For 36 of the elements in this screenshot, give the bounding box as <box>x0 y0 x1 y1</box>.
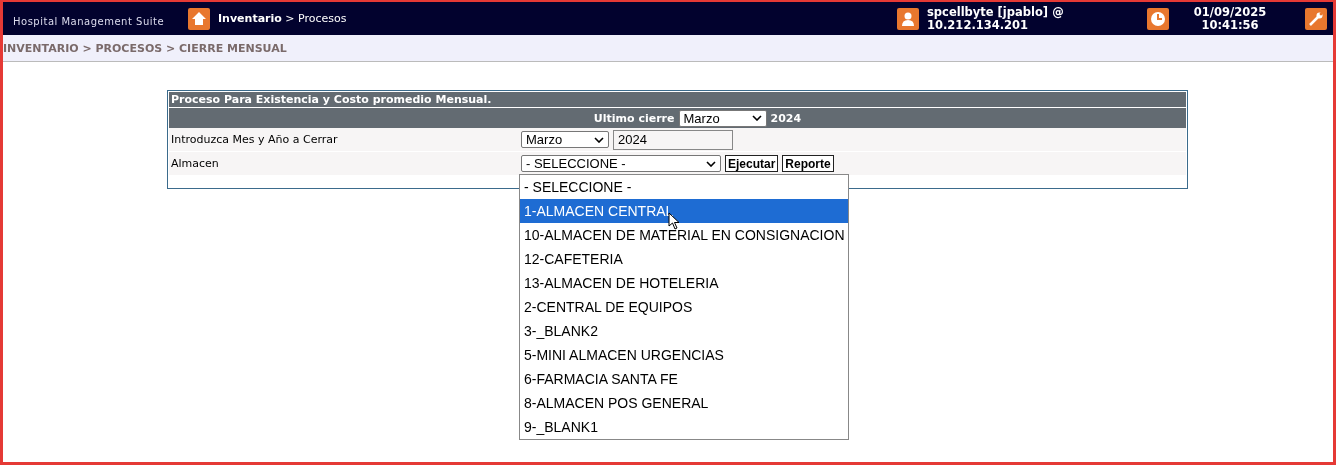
dropdown-option[interactable]: 5-MINI ALMACEN URGENCIAS <box>520 343 826 367</box>
last-close-year: 2024 <box>770 111 802 125</box>
dropdown-option[interactable]: 6-FARMACIA SANTA FE <box>520 367 826 391</box>
time: 10:41:56 <box>1201 18 1259 32</box>
user-icon <box>897 7 919 30</box>
field-label: Introduzca Mes y Año a Cerrar <box>170 133 339 146</box>
last-close-label: Ultimo cierre <box>593 111 675 125</box>
year-field[interactable]: 2024 <box>613 129 733 150</box>
user-name: spcellbyte [jpablo] @ <box>927 5 1065 19</box>
home-icon[interactable] <box>188 7 210 30</box>
field-label: Almacen <box>170 157 220 170</box>
page-path: INVENTARIO > PROCESOS > CIERRE MENSUAL <box>3 41 287 55</box>
month-select[interactable]: Marzo <box>521 131 609 148</box>
breadcrumb: Inventario > Procesos <box>218 12 347 25</box>
chevron-icon <box>594 136 604 143</box>
panel-title: Proceso Para Existencia y Costo promedio Mensual. <box>169 92 1186 107</box>
dropdown-option[interactable]: 12-CAFETERIA <box>520 247 826 271</box>
month-select[interactable]: Marzo <box>678 109 767 127</box>
ip-address: 10.212.134.201 <box>927 18 1029 32</box>
wrench-icon[interactable] <box>1305 7 1327 30</box>
dropdown-option[interactable]: 8-ALMACEN POS GENERAL <box>520 391 826 415</box>
dropdown-option[interactable]: 1-ALMACEN CENTRAL <box>520 199 848 223</box>
dropdown-option[interactable]: - SELECCIONE - <box>520 175 826 199</box>
dropdown-option[interactable]: 3-_BLANK2 <box>520 319 826 343</box>
action-button[interactable]: Reporte <box>782 155 834 172</box>
chevron-icon <box>751 115 762 121</box>
dropdown-option[interactable]: 2-CENTRAL DE EQUIPOS <box>520 295 826 319</box>
action-button[interactable]: Ejecutar <box>725 155 779 172</box>
clock-icon <box>1147 7 1169 30</box>
chevron-icon <box>706 160 716 167</box>
store-select[interactable]: - SELECCIONE - <box>521 155 721 172</box>
app-logo: Hospital Management Suite <box>13 16 166 27</box>
dropdown-option[interactable]: 13-ALMACEN DE HOTELERIA <box>520 271 826 295</box>
dropdown-option[interactable]: 9-_BLANK1 <box>520 415 826 439</box>
date: 01/09/2025 <box>1193 5 1267 19</box>
dropdown-option[interactable]: 10-ALMACEN DE MATERIAL EN CONSIGNACION <box>520 223 848 247</box>
